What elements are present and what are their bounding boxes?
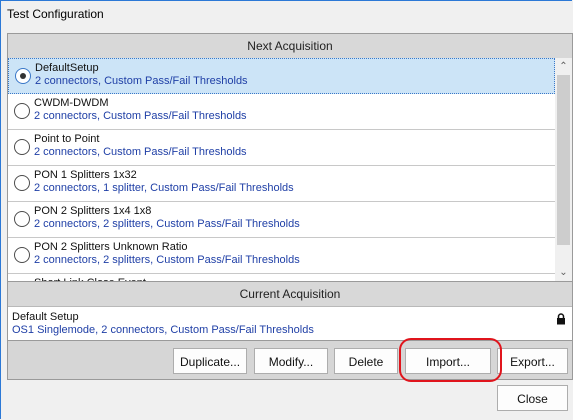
modify-button[interactable]: Modify... bbox=[254, 348, 328, 374]
configuration-name: PON 2 Splitters Unknown Ratio bbox=[34, 241, 188, 253]
list-scrollbar[interactable]: ⌃ ⌄ bbox=[555, 58, 572, 281]
radio-unselected-icon[interactable] bbox=[14, 247, 30, 263]
current-acquisition-info: Default Setup OS1 Singlemode, 2 connecto… bbox=[8, 307, 572, 338]
configuration-name: PON 2 Splitters 1x4 1x8 bbox=[34, 205, 152, 217]
dialog-title: Test Configuration bbox=[7, 7, 104, 21]
configuration-panel: Next Acquisition DefaultSetup 2 connector… bbox=[7, 33, 573, 341]
configuration-description: 2 connectors, Custom Pass/Fail Threshold… bbox=[35, 75, 248, 87]
current-acquisition-desc: OS1 Singlemode, 2 connectors, Custom Pas… bbox=[12, 324, 314, 336]
duplicate-button[interactable]: Duplicate... bbox=[173, 348, 247, 374]
configuration-description: 2 connectors, 2 splitters, Custom Pass/F… bbox=[34, 254, 300, 266]
configuration-description: 2 connectors, 2 splitters, Custom Pass/F… bbox=[34, 218, 300, 230]
configuration-name: PON 1 Splitters 1x32 bbox=[34, 169, 137, 181]
configuration-name: CWDM-DWDM bbox=[34, 97, 109, 109]
configuration-description: 2 connectors, Custom Pass/Fail Threshold… bbox=[34, 146, 247, 158]
configuration-description: 2 connectors, 1 splitter, Custom Pass/Fa… bbox=[34, 182, 294, 194]
configuration-name: Short Link Close Event bbox=[34, 277, 555, 281]
scroll-thumb[interactable] bbox=[557, 75, 570, 245]
configuration-row[interactable]: PON 1 Splitters 1x32 2 connectors, 1 spli… bbox=[8, 166, 555, 202]
radio-selected-icon[interactable] bbox=[15, 68, 31, 84]
configuration-list-items: DefaultSetup 2 connectors, Custom Pass/Fa… bbox=[8, 58, 555, 281]
configuration-row[interactable]: Point to Point 2 connectors, Custom Pass/… bbox=[8, 130, 555, 166]
next-acquisition-header: Next Acquisition bbox=[8, 34, 572, 58]
configuration-row[interactable]: PON 2 Splitters 1x4 1x8 2 connectors, 2 s… bbox=[8, 202, 555, 238]
delete-button[interactable]: Delete bbox=[334, 348, 398, 374]
configuration-description: 2 connectors, Custom Pass/Fail Threshold… bbox=[34, 110, 247, 122]
configuration-name: Point to Point bbox=[34, 133, 100, 145]
configuration-row[interactable]: Short Link Close Event bbox=[8, 274, 555, 281]
radio-unselected-icon[interactable] bbox=[14, 211, 30, 227]
export-button[interactable]: Export... bbox=[497, 348, 568, 374]
close-button[interactable]: Close bbox=[497, 385, 568, 411]
current-acquisition-header: Current Acquisition bbox=[8, 281, 572, 307]
import-highlight-annotation bbox=[399, 338, 502, 382]
radio-dot-icon bbox=[20, 73, 26, 79]
radio-unselected-icon[interactable] bbox=[14, 103, 30, 119]
configuration-row[interactable]: CWDM-DWDM 2 connectors, Custom Pass/Fail … bbox=[8, 94, 555, 130]
current-acquisition-name: Default Setup bbox=[12, 311, 79, 323]
radio-unselected-icon[interactable] bbox=[14, 139, 30, 155]
scroll-down-icon[interactable]: ⌄ bbox=[555, 264, 572, 281]
configuration-row[interactable]: DefaultSetup 2 connectors, Custom Pass/Fa… bbox=[8, 58, 555, 94]
configuration-name: DefaultSetup bbox=[35, 62, 99, 74]
configuration-row[interactable]: PON 2 Splitters Unknown Ratio 2 connector… bbox=[8, 238, 555, 274]
lock-icon bbox=[557, 313, 565, 325]
configuration-list[interactable]: DefaultSetup 2 connectors, Custom Pass/Fa… bbox=[8, 58, 572, 281]
radio-unselected-icon[interactable] bbox=[14, 175, 30, 191]
scroll-up-icon[interactable]: ⌃ bbox=[555, 58, 572, 75]
